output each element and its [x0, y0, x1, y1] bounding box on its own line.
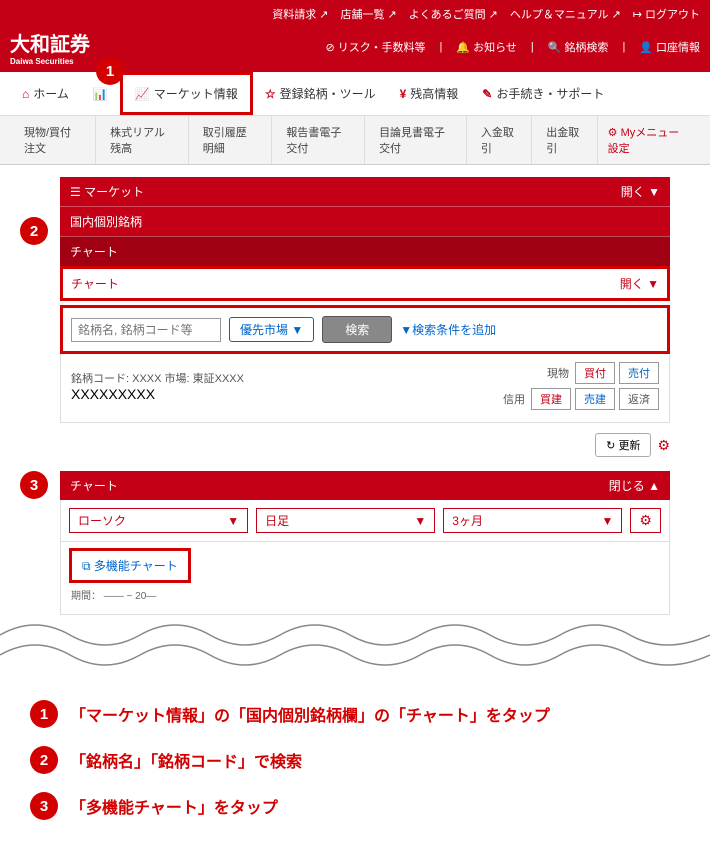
close-toggle[interactable]: 閉じる ▲ — [609, 477, 660, 494]
link-tenpo[interactable]: 店舗一覧 ↗ — [340, 6, 396, 22]
chart-tab-header: チャート — [60, 236, 670, 266]
stock-search-input[interactable] — [71, 318, 221, 342]
mymenu-settings[interactable]: ⚙ Myメニュー設定 — [598, 116, 700, 164]
callout-badge-1: 1 — [96, 57, 124, 85]
add-condition-link[interactable]: ▼検索条件を追加 — [400, 321, 496, 338]
step-badge-1: 1 — [30, 700, 58, 728]
chart-options-row: ローソク▼ 日足▼ 3ヶ月▼ ⚙ — [60, 500, 670, 542]
logo: 大和証券 Daiwa Securities — [10, 28, 90, 66]
sell-button[interactable]: 売付 — [619, 362, 659, 384]
subnav-report[interactable]: 報告書電子交付 — [272, 116, 365, 164]
subnav-deposit[interactable]: 入金取引 — [467, 116, 532, 164]
step-text-1: 「マーケット情報」の「国内個別銘柄欄」の「チャート」をタップ — [70, 702, 550, 726]
nav-home[interactable]: ⌂ホーム — [10, 72, 81, 115]
nav-procedures[interactable]: ✎お手続き・サポート — [470, 72, 616, 115]
nav-market[interactable]: 📈マーケット情報 — [120, 72, 253, 115]
link-notice[interactable]: 🔔 お知らせ — [456, 39, 516, 55]
yen-icon: ¥ — [400, 87, 407, 101]
timeframe-select[interactable]: 日足▼ — [256, 508, 435, 533]
shinyo-label: 信用 — [503, 391, 525, 407]
chart-panel-header[interactable]: チャート 閉じる ▲ — [60, 471, 670, 500]
stock-code-label: 銘柄コード: XXXX 市場: 東証XXXX — [71, 370, 244, 386]
buy-button[interactable]: 買付 — [575, 362, 615, 384]
open-toggle-2[interactable]: 開く ▼ — [620, 275, 659, 292]
market-header[interactable]: ☰ マーケット 開く ▼ — [60, 177, 670, 206]
star-icon: ☆ — [265, 87, 276, 101]
instructions: 1 「マーケット情報」の「国内個別銘柄欄」の「チャート」をタップ 2 「銘柄名」… — [0, 680, 710, 858]
link-search[interactable]: 🔍 銘柄検索 — [548, 39, 609, 55]
stock-name: XXXXXXXXX — [71, 386, 244, 402]
step-badge-3: 3 — [30, 792, 58, 820]
settings-icon[interactable]: ⚙ — [657, 437, 670, 454]
search-row: 優先市場 ▼ 検索 ▼検索条件を追加 — [60, 305, 670, 354]
chart-expand[interactable]: チャート 開く ▼ — [60, 266, 670, 301]
logout-link[interactable]: ↦ ログアウト — [633, 6, 700, 22]
pen-icon: ✎ — [482, 87, 492, 101]
period-select[interactable]: 3ヶ月▼ — [443, 508, 622, 533]
subnav-history[interactable]: 取引履歴明細 — [189, 116, 273, 164]
link-risk[interactable]: ⊘ リスク・手数料等 — [326, 39, 426, 55]
subnav-prospectus[interactable]: 目論見書電子交付 — [365, 116, 467, 164]
wave-divider — [0, 615, 710, 675]
buy-margin-button[interactable]: 買建 — [531, 388, 571, 410]
period-label: 期間： —— ~ 20— — [61, 583, 669, 606]
home-icon: ⌂ — [22, 87, 29, 101]
step-badge-2: 2 — [30, 746, 58, 774]
priority-market-select[interactable]: 優先市場 ▼ — [229, 317, 314, 342]
multichart-button[interactable]: ⧉ 多機能チャート — [69, 548, 191, 583]
link-account[interactable]: 👤 口座情報 — [639, 39, 700, 55]
nav-balance[interactable]: ¥残高情報 — [388, 72, 471, 115]
link-faq[interactable]: よくあるご質問 ↗ — [409, 6, 498, 22]
link-help[interactable]: ヘルプ＆マニュアル ↗ — [510, 6, 621, 22]
repay-button[interactable]: 返済 — [619, 388, 659, 410]
stock-row: 銘柄コード: XXXX 市場: 東証XXXX XXXXXXXXX 現物 買付 売… — [60, 354, 670, 423]
sell-margin-button[interactable]: 売建 — [575, 388, 615, 410]
trend-icon: 📈 — [135, 87, 150, 101]
subnav-real[interactable]: 株式リアル残高 — [96, 116, 189, 164]
callout-badge-3: 3 — [20, 471, 48, 499]
update-button[interactable]: ↻ 更新 — [595, 433, 651, 457]
open-toggle[interactable]: 開く ▼ — [621, 183, 660, 200]
domestic-header: 国内個別銘柄 — [60, 206, 670, 236]
search-button[interactable]: 検索 — [322, 316, 392, 343]
genbutsu-label: 現物 — [547, 365, 569, 381]
callout-badge-2: 2 — [20, 217, 48, 245]
subnav-withdraw[interactable]: 出金取引 — [532, 116, 597, 164]
step-text-2: 「銘柄名」「銘柄コード」で検索 — [70, 748, 302, 772]
chart-icon: 📊 — [93, 87, 108, 101]
link-shiryo[interactable]: 資料請求 ↗ — [272, 6, 328, 22]
candle-select[interactable]: ローソク▼ — [69, 508, 248, 533]
subnav-genbutsu[interactable]: 現物/買付注文 — [10, 116, 96, 164]
sub-nav: 現物/買付注文 株式リアル残高 取引履歴明細 報告書電子交付 目論見書電子交付 … — [0, 116, 710, 165]
step-text-3: 「多機能チャート」をタップ — [70, 794, 278, 818]
chart-settings-icon[interactable]: ⚙ — [630, 508, 661, 533]
nav-registered[interactable]: ☆登録銘柄・ツール — [253, 72, 388, 115]
